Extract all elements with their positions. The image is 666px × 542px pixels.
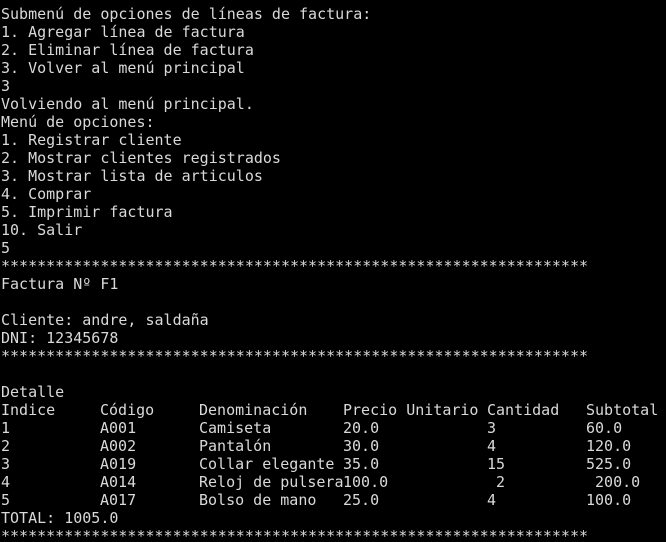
cell-code: A001	[100, 419, 137, 437]
user-input: 3	[1, 77, 11, 95]
column-header-subtotal: Subtotal	[586, 401, 659, 419]
cell-quantity: 15	[487, 455, 506, 473]
cell-quantity: 2	[487, 473, 506, 491]
cell-code: A014	[100, 473, 137, 491]
cell-code: A017	[100, 491, 137, 509]
separator-line: ****************************************…	[1, 257, 588, 275]
cell-subtotal: 60.0	[586, 419, 623, 437]
separator-line: ****************************************…	[1, 527, 588, 542]
cell-name: Pantalón	[199, 437, 272, 455]
cell-subtotal: 200.0	[586, 473, 641, 491]
menu-option-buy: 4. Comprar	[1, 185, 92, 203]
menu-option-show-clients: 2. Mostrar clientes registrados	[1, 149, 281, 167]
cell-subtotal: 120.0	[586, 437, 632, 455]
cell-index: 5	[1, 491, 11, 509]
cell-quantity: 4	[487, 491, 497, 509]
cell-quantity: 4	[487, 437, 497, 455]
table-row: 1 A001 Camiseta 20.0 3 60.0	[1, 419, 666, 437]
cell-unit-price: 20.0	[343, 419, 380, 437]
status-message: Volviendo al menú principal.	[1, 95, 254, 113]
cell-index: 4	[1, 473, 11, 491]
submenu-title: Submenú de opciones de líneas de factura…	[1, 5, 372, 23]
menu-option-register-client: 1. Registrar cliente	[1, 131, 182, 149]
separator-line: ****************************************…	[1, 347, 588, 365]
table-row: 4 A014 Reloj de pulsera 100.0 2 200.0	[1, 473, 666, 491]
cell-name: Camiseta	[199, 419, 272, 437]
cell-subtotal: 100.0	[586, 491, 632, 509]
terminal-window[interactable]: Submenú de opciones de líneas de factura…	[0, 0, 666, 542]
column-header-unit-price: Precio Unitario	[343, 401, 479, 419]
table-row: 3 A019 Collar elegante 35.0 15 525.0	[1, 455, 666, 473]
user-input: 5	[1, 239, 11, 257]
invoice-total: TOTAL: 1005.0	[1, 509, 119, 527]
invoice-client: Cliente: andre, saldaña	[1, 311, 209, 329]
table-row: 2 A002 Pantalón 30.0 4 120.0	[1, 437, 666, 455]
menu-option-exit: 10. Salir	[1, 221, 83, 239]
table-header: Indice Código Denominación Precio Unitar…	[1, 401, 666, 419]
submenu-option-delete-line: 2. Eliminar línea de factura	[1, 41, 254, 59]
cell-index: 1	[1, 419, 11, 437]
cell-name: Collar elegante	[199, 455, 335, 473]
cell-unit-price: 30.0	[343, 437, 380, 455]
cell-code: A019	[100, 455, 137, 473]
cell-index: 3	[1, 455, 11, 473]
cell-name: Bolso de mano	[199, 491, 317, 509]
detail-title: Detalle	[1, 383, 65, 401]
cell-unit-price: 100.0	[343, 473, 389, 491]
column-header-code: Código	[100, 401, 155, 419]
menu-option-show-articles: 3. Mostrar lista de articulos	[1, 167, 263, 185]
cell-name: Reloj de pulsera	[199, 473, 344, 491]
invoice-dni: DNI: 12345678	[1, 329, 119, 347]
column-header-name: Denominación	[199, 401, 308, 419]
column-header-index: Indice	[1, 401, 56, 419]
submenu-option-back: 3. Volver al menú principal	[1, 59, 245, 77]
table-row: 5 A017 Bolso de mano 25.0 4 100.0	[1, 491, 666, 509]
submenu-option-add-line: 1. Agregar línea de factura	[1, 23, 245, 41]
cell-index: 2	[1, 437, 11, 455]
menu-option-print-invoice: 5. Imprimir factura	[1, 203, 173, 221]
column-header-quantity: Cantidad	[487, 401, 560, 419]
cell-unit-price: 25.0	[343, 491, 380, 509]
cell-unit-price: 35.0	[343, 455, 380, 473]
cell-quantity: 3	[487, 419, 497, 437]
menu-title: Menú de opciones:	[1, 113, 155, 131]
invoice-number: Factura Nº F1	[1, 275, 119, 293]
cell-code: A002	[100, 437, 137, 455]
cell-subtotal: 525.0	[586, 455, 632, 473]
